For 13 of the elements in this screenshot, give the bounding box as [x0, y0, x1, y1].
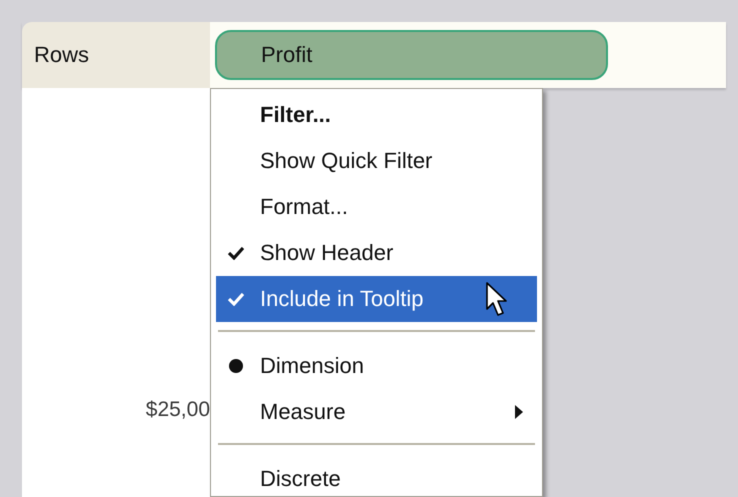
axis-label: $25,00	[146, 397, 210, 423]
pointer-icon	[486, 282, 508, 318]
menu-item[interactable]: Filter...	[216, 92, 537, 138]
menu-item[interactable]: Format...	[216, 184, 537, 230]
menu-item[interactable]: Show Quick Filter	[216, 138, 537, 184]
menu-item[interactable]: Show Header	[216, 230, 537, 276]
menu-item[interactable]: Include in Tooltip	[216, 276, 537, 322]
menu-item[interactable]: Discrete	[216, 456, 537, 497]
field-pill[interactable]: Profit	[215, 30, 608, 80]
shelf-label: Rows	[22, 22, 210, 88]
menu-item[interactable]: Dimension	[216, 343, 537, 389]
menu-item[interactable]: Measure	[216, 389, 537, 435]
submenu-arrow-icon	[515, 405, 523, 419]
